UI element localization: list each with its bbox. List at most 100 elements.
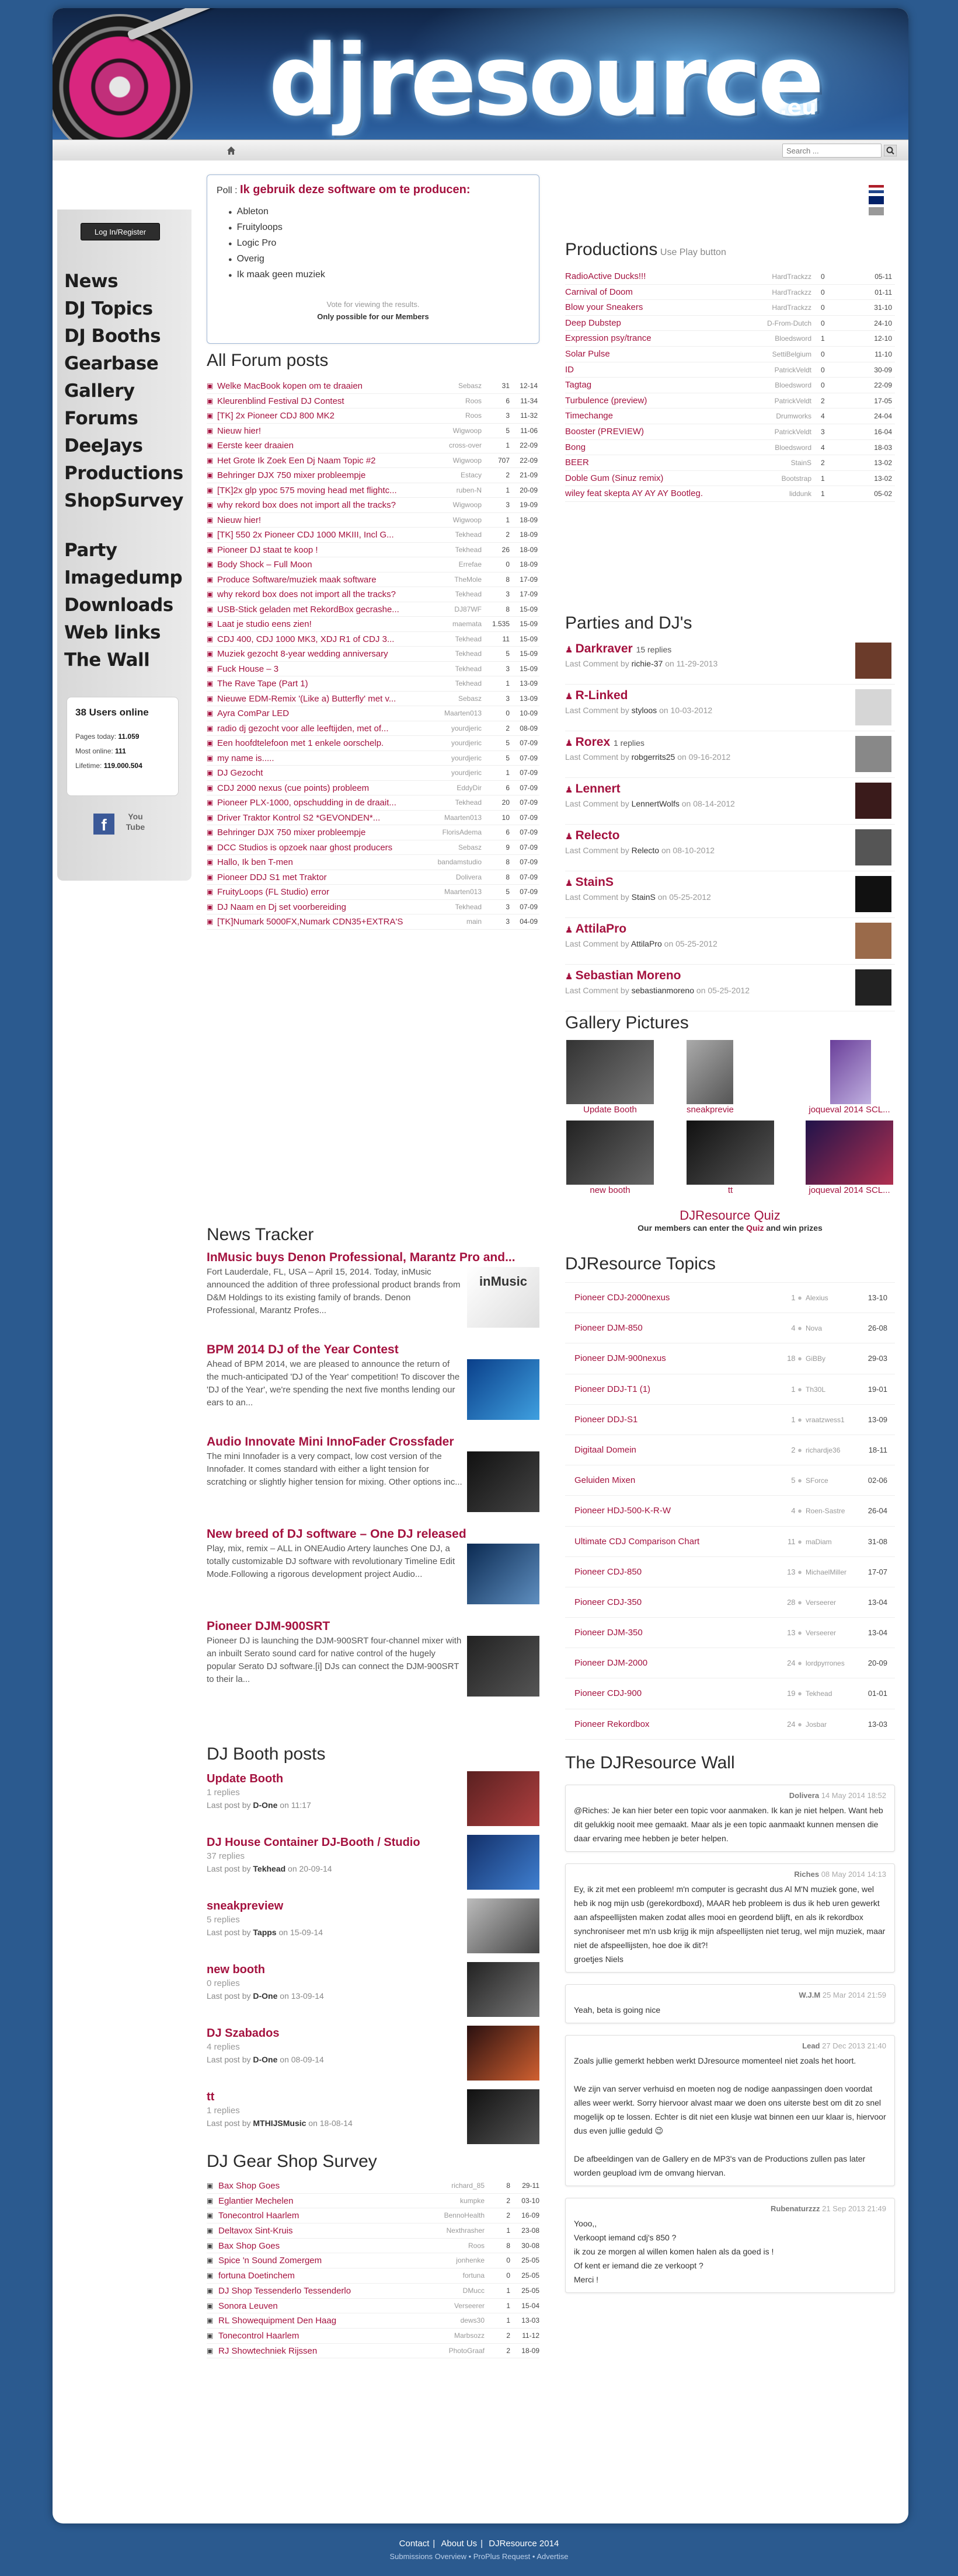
forum-post-user[interactable]: yourdjeric [436,766,484,780]
production-user[interactable]: Bloedsword [758,440,816,455]
gallery-item[interactable]: Update Booth [566,1040,654,1116]
topic-user[interactable]: GiBBy [802,1343,855,1373]
booth-thumbnail[interactable] [467,1898,539,1953]
shop-name[interactable]: Deltavox Sint-Kruis [218,2224,440,2238]
footer-link-djresource[interactable]: DJResource 2014 [489,2539,559,2549]
shop-row[interactable]: ▣ Tonecontrol Haarlem Marbsozz 2 11-12 [207,2329,539,2344]
party-name-text[interactable]: Lennert [576,782,621,795]
topic-user[interactable]: MichaelMiller [802,1557,855,1587]
booth-author[interactable]: D-One [253,2055,277,2064]
forum-row[interactable]: ▣ FruityLoops (FL Studio) error Maarten013… [207,885,539,900]
production-user[interactable]: PatrickVeldt [758,362,816,378]
party-row[interactable]: ♟ Darkraver 15 replies Last Comment by ri… [565,638,895,685]
topic-title[interactable]: Pioneer CDJ-850 [565,1557,775,1587]
shop-user[interactable]: Marbsozz [440,2329,487,2343]
topic-title[interactable]: Pioneer Rekordbox [565,1709,775,1739]
production-user[interactable]: D-From-Dutch [758,316,816,331]
topic-user[interactable]: Nova [802,1313,855,1343]
wall-post-user[interactable]: W.J.M [799,1991,820,1999]
production-row[interactable]: Turbulence (preview) PatrickVeldt 2 17-05 [565,393,895,409]
forum-post-title[interactable]: Pioneer DJ staat te koop ! [217,543,436,557]
booth-thumbnail[interactable] [467,1835,539,1890]
forum-post-title[interactable]: Kleurenblind Festival DJ Contest [217,394,436,409]
news-thumbnail[interactable] [467,1544,539,1604]
gallery-item[interactable]: sneakpreview [687,1040,733,1116]
topic-row[interactable]: Pioneer DDJ-S1 1 ● vraatzwess1 13-09 [565,1405,895,1435]
party-name-text[interactable]: R-Linked [576,689,628,702]
nav-item-downloads[interactable]: Downloads [64,592,190,619]
gallery-item[interactable]: joqueval 2014 SCL... [806,1040,893,1116]
avatar[interactable] [855,736,891,772]
forum-row[interactable]: ▣ Welke MacBook kopen om te draaien Sebasz… [207,379,539,394]
forum-post-user[interactable]: bandamstudio [436,855,484,870]
forum-post-user[interactable]: Tekhead [436,900,484,914]
nav-item-productions[interactable]: Productions [64,460,190,487]
shop-user[interactable]: DMucc [440,2284,487,2298]
poll-option[interactable]: Ableton [228,204,529,219]
party-name-text[interactable]: StainS [576,875,614,889]
shop-name[interactable]: Bax Shop Goes [218,2239,440,2253]
topic-title[interactable]: Pioneer CDJ-350 [565,1587,775,1617]
forum-row[interactable]: ▣ Fuck House – 3 Tekhead 3 15-09 [207,662,539,676]
topic-row[interactable]: Pioneer CDJ-900 19 ● Tekhead 01-01 [565,1678,895,1709]
forum-row[interactable]: ▣ Kleurenblind Festival DJ Contest Roos 6 11… [207,394,539,409]
poll-option[interactable]: Ik maak geen muziek [228,267,529,282]
production-row[interactable]: Booster (PREVIEW) PatrickVeldt 3 16-04 [565,424,895,440]
topic-user[interactable]: SForce [802,1465,855,1495]
forum-post-user[interactable]: TheMole [436,573,484,587]
news-title[interactable]: Pioneer DJM-900SRT [207,1618,539,1635]
topic-title[interactable]: Pioneer DJM-2000 [565,1648,775,1678]
facebook-icon[interactable]: f [93,814,114,835]
poll-option[interactable]: Fruityloops [228,219,529,235]
forum-row[interactable]: ▣ Behringer DJX 750 mixer probleempje Esta… [207,468,539,483]
shop-row[interactable]: ▣ Spice 'n Sound Zomergem jonhenke 0 25-05 [207,2253,539,2269]
home-icon[interactable] [227,146,236,155]
nav-item-web-links[interactable]: Web links [64,619,190,647]
production-row[interactable]: Blow your Sneakers HardTrackzz 0 31-10 [565,300,895,316]
forum-post-user[interactable]: Tekhead [436,543,484,557]
wall-post-user[interactable]: Rubenaturzzz [771,2204,820,2213]
party-name[interactable]: ♟ Sebastian Moreno [565,965,895,985]
forum-row[interactable]: ▣ Behringer DJX 750 mixer probleempje Flor… [207,825,539,840]
shop-row[interactable]: ▣ RL Showequipment Den Haag dews30 1 13-03 [207,2313,539,2329]
topic-row[interactable]: Pioneer DJM-900nexus 18 ● GiBBy 29-03 [565,1343,895,1374]
party-row[interactable]: ♟ Lennert Last Comment by LennertWolfs o… [565,778,895,825]
party-name[interactable]: ♟ Relecto [565,825,895,844]
production-title[interactable]: Bong [565,440,758,455]
topic-user[interactable]: Verseerer [802,1618,855,1647]
forum-row[interactable]: ▣ Produce Software/muziek maak software Th… [207,573,539,587]
forum-post-user[interactable]: Sebasz [436,840,484,855]
forum-row[interactable]: ▣ Nieuwe EDM-Remix '(Like a) Butterfly' m… [207,692,539,706]
forum-post-title[interactable]: Muziek gezocht 8-year wedding anniversar… [217,647,436,661]
forum-post-user[interactable]: maemata [436,617,484,631]
last-comment-user[interactable]: StainS [632,892,656,902]
forum-post-title[interactable]: Het Grote Ik Zoek Een Dj Naam Topic #2 [217,453,436,468]
topic-user[interactable]: Verseerer [802,1587,855,1617]
nav-item-forums[interactable]: Forums [64,405,190,432]
party-name[interactable]: ♟ StainS [565,871,895,891]
production-row[interactable]: Tagtag Bloedsword 0 22-09 [565,378,895,393]
booth-author[interactable]: Tekhead [253,1864,285,1873]
last-comment-user[interactable]: styloos [632,706,657,715]
forum-post-title[interactable]: Produce Software/muziek maak software [217,573,436,587]
forum-post-user[interactable]: Dolivera [436,870,484,885]
party-row[interactable]: ♟ Rorex 1 replies Last Comment by robgerr… [565,731,895,778]
news-thumbnail[interactable] [467,1359,539,1420]
party-name[interactable]: ♟ Rorex 1 replies [565,731,895,751]
production-title[interactable]: Solar Pulse [565,347,758,362]
shop-name[interactable]: RJ Showtechniek Rijssen [218,2344,440,2358]
party-name-text[interactable]: Sebastian Moreno [576,969,681,982]
nav-item-dj-booths[interactable]: DJ Booths [64,323,190,350]
topic-title[interactable]: Pioneer CDJ-2000nexus [565,1283,775,1313]
production-row[interactable]: Deep Dubstep D-From-Dutch 0 24-10 [565,316,895,331]
last-comment-user[interactable]: Relecto [632,846,659,855]
topic-row[interactable]: Pioneer CDJ-2000nexus 1 ● Alexius 13-10 [565,1283,895,1314]
avatar[interactable] [855,876,891,912]
production-title[interactable]: Deep Dubstep [565,316,758,331]
booth-thumbnail[interactable] [467,1962,539,2017]
avatar[interactable] [855,783,891,819]
production-title[interactable]: ID [565,362,758,378]
shop-name[interactable]: Tonecontrol Haarlem [218,2329,440,2343]
forum-post-title[interactable]: The Rave Tape (Part 1) [217,676,436,691]
topic-row[interactable]: Pioneer Rekordbox 24 ● Josbar 13-03 [565,1709,895,1740]
